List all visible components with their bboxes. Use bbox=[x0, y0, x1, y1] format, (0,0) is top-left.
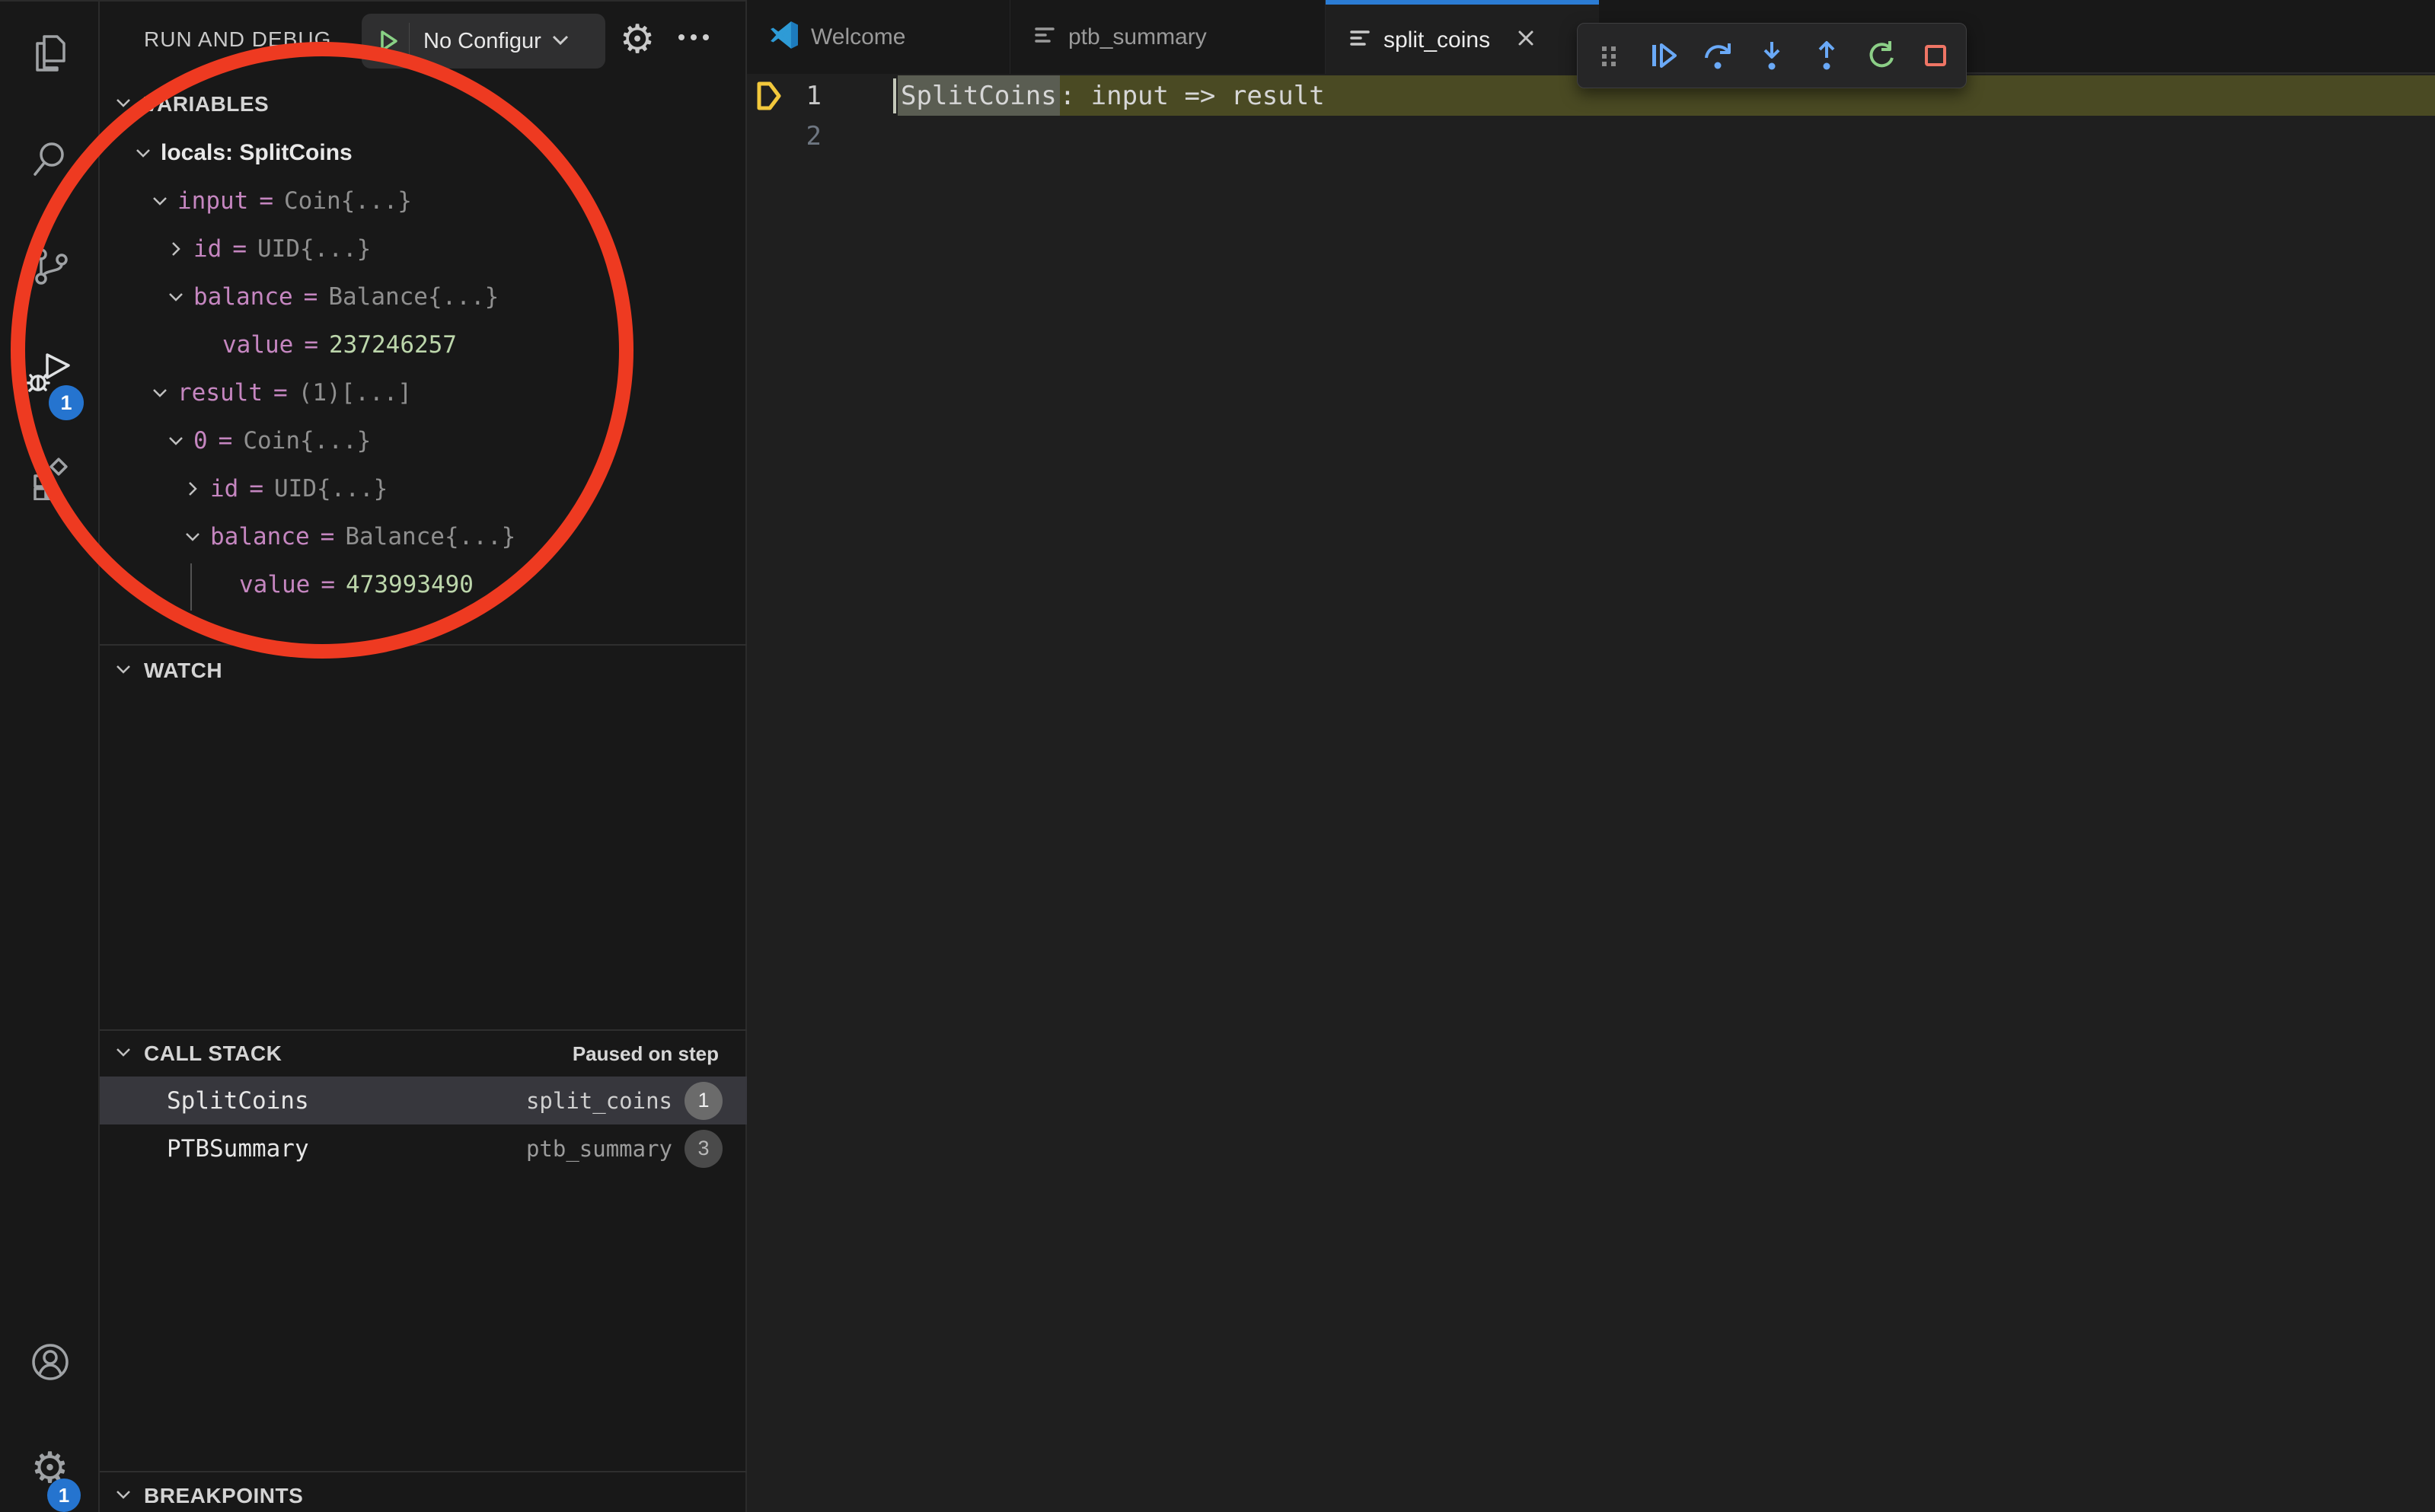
toolbar-drag-handle[interactable] bbox=[1585, 29, 1632, 82]
variable-row-result[interactable]: result = (1)[...] bbox=[100, 368, 747, 416]
sidebar-title: RUN AND DEBUG bbox=[144, 2, 331, 78]
search-icon bbox=[28, 138, 72, 186]
code-line-2[interactable]: 2 bbox=[747, 116, 2435, 156]
chevron-down-icon bbox=[184, 528, 201, 545]
settings-button[interactable]: ⚙ 1 bbox=[0, 1422, 100, 1512]
stack-frame-ptbsummary[interactable]: PTBSummary ptb_summary 3 bbox=[100, 1124, 747, 1172]
vscode-logo-icon bbox=[770, 21, 799, 53]
configure-gear-icon[interactable]: ⚙ bbox=[616, 18, 659, 61]
variable-row-locals[interactable]: locals: SplitCoins bbox=[100, 129, 747, 177]
stack-frame-splitcoins[interactable]: SplitCoins split_coins 1 bbox=[100, 1077, 747, 1124]
chevron-down-icon bbox=[114, 1043, 132, 1065]
sidebar-item-extensions[interactable] bbox=[0, 434, 100, 525]
variable-row-balance[interactable]: balance = Balance{...} bbox=[100, 273, 747, 321]
tab-welcome[interactable]: Welcome bbox=[747, 0, 1010, 74]
accounts-button[interactable] bbox=[0, 1318, 100, 1409]
section-divider[interactable] bbox=[100, 644, 747, 646]
chevron-down-icon bbox=[152, 193, 168, 209]
settings-badge: 1 bbox=[47, 1479, 81, 1512]
start-debugging-dropdown[interactable]: No Configur bbox=[362, 14, 605, 69]
watch-section-header[interactable]: WATCH bbox=[100, 649, 747, 693]
sidebar-item-explorer[interactable] bbox=[0, 9, 100, 100]
list-file-icon bbox=[1033, 24, 1056, 50]
current-line-arrow-icon bbox=[756, 81, 782, 117]
source-control-icon bbox=[28, 244, 72, 292]
chevron-down-icon bbox=[168, 432, 184, 449]
restart-button[interactable] bbox=[1857, 29, 1904, 82]
variable-row-value2[interactable]: value = 473993490 bbox=[100, 560, 747, 608]
extensions-icon bbox=[28, 456, 72, 504]
editor-gutter[interactable]: 2 bbox=[747, 116, 893, 156]
tab-ptb-summary[interactable]: ptb_summary bbox=[1010, 0, 1326, 74]
chevron-right-icon bbox=[168, 241, 184, 257]
variable-row-input[interactable]: input = Coin{...} bbox=[100, 177, 747, 225]
chevron-down-icon bbox=[135, 145, 152, 161]
variable-row-id[interactable]: id = UID{...} bbox=[100, 225, 747, 273]
variable-row-0[interactable]: 0 = Coin{...} bbox=[100, 416, 747, 464]
close-tab-icon[interactable] bbox=[1516, 28, 1536, 52]
tab-split-coins[interactable]: split_coins bbox=[1326, 0, 1599, 75]
frame-line-badge: 1 bbox=[685, 1082, 723, 1120]
step-over-button[interactable] bbox=[1694, 29, 1741, 82]
breakpoints-section-header[interactable]: BREAKPOINTS bbox=[100, 1474, 747, 1512]
chevron-down-icon bbox=[114, 94, 132, 116]
editor-area: Welcome ptb_summary split_coins bbox=[747, 0, 2435, 1512]
text-cursor bbox=[893, 78, 896, 113]
line-number: 2 bbox=[806, 116, 822, 156]
continue-icon bbox=[1645, 38, 1680, 73]
play-icon bbox=[375, 28, 401, 54]
restart-icon bbox=[1863, 38, 1898, 73]
sidebar-item-search[interactable] bbox=[0, 116, 100, 207]
files-icon bbox=[28, 31, 72, 79]
section-divider[interactable] bbox=[100, 1471, 747, 1472]
list-file-icon bbox=[1348, 27, 1371, 53]
chevron-down-icon bbox=[114, 660, 132, 682]
debug-badge: 1 bbox=[49, 385, 84, 420]
tree-indent-guide bbox=[190, 563, 192, 611]
stop-icon bbox=[1918, 38, 1953, 73]
more-actions-icon[interactable] bbox=[677, 32, 710, 46]
line-number: 1 bbox=[806, 75, 822, 116]
paused-status-badge: Paused on step bbox=[573, 1042, 719, 1066]
sidebar-header: RUN AND DEBUG No Configur ⚙ bbox=[100, 2, 747, 78]
step-over-icon bbox=[1700, 38, 1735, 73]
frame-line-badge: 3 bbox=[685, 1130, 723, 1168]
step-out-icon bbox=[1809, 38, 1844, 73]
stop-button[interactable] bbox=[1912, 29, 1959, 82]
step-into-icon bbox=[1754, 38, 1789, 73]
activity-bar: 1 ⚙ 1 bbox=[0, 0, 100, 1512]
gripper-icon bbox=[1591, 38, 1626, 73]
sidebar-item-source-control[interactable] bbox=[0, 222, 100, 314]
continue-button[interactable] bbox=[1639, 29, 1687, 82]
debug-toolbar bbox=[1577, 23, 1967, 88]
account-icon bbox=[27, 1339, 73, 1389]
chevron-down-icon bbox=[168, 289, 184, 305]
call-stack-section-header[interactable]: CALL STACK Paused on step bbox=[100, 1032, 747, 1076]
sidebar-item-run-and-debug[interactable]: 1 bbox=[0, 329, 100, 420]
variable-row-id2[interactable]: id = UID{...} bbox=[100, 464, 747, 512]
chevron-down-icon bbox=[114, 1485, 132, 1507]
editor-gutter[interactable]: 1 bbox=[747, 75, 893, 116]
run-and-debug-sidebar: RUN AND DEBUG No Configur ⚙ VARIABLES lo… bbox=[100, 0, 747, 1512]
section-divider[interactable] bbox=[100, 1029, 747, 1031]
variables-section-header[interactable]: VARIABLES bbox=[100, 82, 747, 126]
variable-row-value[interactable]: value = 237246257 bbox=[100, 321, 747, 368]
chevron-right-icon bbox=[184, 480, 201, 497]
debug-config-label: No Configur bbox=[423, 29, 541, 54]
selected-token: SplitCoins bbox=[898, 75, 1060, 116]
chevron-down-icon bbox=[152, 384, 168, 401]
divider bbox=[409, 23, 410, 59]
chevron-down-icon bbox=[551, 32, 570, 51]
variable-row-balance2[interactable]: balance = Balance{...} bbox=[100, 512, 747, 560]
step-out-button[interactable] bbox=[1803, 29, 1850, 82]
step-into-button[interactable] bbox=[1748, 29, 1795, 82]
